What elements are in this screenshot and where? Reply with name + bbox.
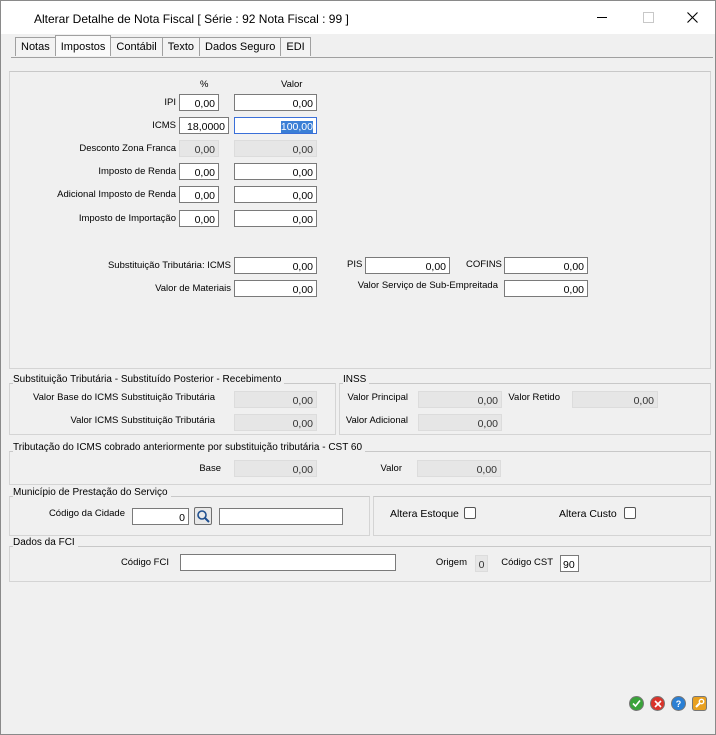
adicional-imposto-renda-percent-input[interactable]: 0,00 xyxy=(179,186,219,203)
cidade-nome-input[interactable] xyxy=(219,508,343,525)
maximize-button[interactable] xyxy=(625,1,671,34)
tools-button[interactable] xyxy=(692,696,707,711)
close-icon xyxy=(686,12,698,23)
valor-servico-sub-label: Valor Serviço de Sub-Empreitada xyxy=(357,280,498,291)
cst60-title: Tributação do ICMS cobrado anteriormente… xyxy=(13,442,366,453)
subst-trib-icms-label: Substituição Tributária: ICMS xyxy=(107,260,231,271)
imposto-importacao-valor-input[interactable]: 0,00 xyxy=(234,210,317,227)
cofins-input[interactable]: 0,00 xyxy=(504,257,588,274)
maximize-icon xyxy=(642,12,654,23)
origem-label: Origem xyxy=(435,557,467,568)
valor-retido-label: Valor Retido xyxy=(508,392,560,403)
minimize-icon xyxy=(597,17,607,18)
ok-icon xyxy=(632,699,641,708)
valor-base-icms-st-input: 0,00 xyxy=(234,391,317,408)
codigo-cst-input[interactable]: 90 xyxy=(560,555,579,572)
origem-input: 0 xyxy=(475,555,488,572)
imposto-renda-percent-input[interactable]: 0,00 xyxy=(179,163,219,180)
valor-base-icms-st-label: Valor Base do ICMS Substituição Tributár… xyxy=(33,392,215,403)
dialog-window: Alterar Detalhe de Nota Fiscal [ Série :… xyxy=(0,0,716,735)
inss-title: INSS xyxy=(343,374,370,385)
desconto-zona-franca-label: Desconto Zona Franca xyxy=(79,143,176,154)
search-icon xyxy=(197,510,210,523)
search-cidade-button[interactable] xyxy=(194,507,212,525)
codigo-fci-input[interactable] xyxy=(180,554,396,571)
valor-servico-sub-input[interactable]: 0,00 xyxy=(504,280,588,297)
help-button[interactable]: ? xyxy=(671,696,686,711)
tab-bar: Notas Impostos Contábil Texto Dados Segu… xyxy=(15,35,311,57)
valor-icms-st-label: Valor ICMS Substituição Tributária xyxy=(70,415,216,426)
adicional-imposto-renda-label: Adicional Imposto de Renda xyxy=(57,189,176,200)
wrench-icon xyxy=(695,698,705,708)
ipi-valor-input[interactable]: 0,00 xyxy=(234,94,317,111)
minimize-button[interactable] xyxy=(579,1,625,34)
icms-label: ICMS xyxy=(152,120,176,131)
imposto-importacao-percent-input[interactable]: 0,00 xyxy=(179,210,219,227)
codigo-cidade-input[interactable]: 0 xyxy=(132,508,189,525)
valor-column-header: Valor xyxy=(281,79,303,90)
codigo-cst-label: Código CST xyxy=(501,557,553,568)
cst60-base-label: Base xyxy=(199,463,221,474)
cst60-group xyxy=(9,451,711,485)
valor-icms-st-input: 0,00 xyxy=(234,414,317,431)
valor-retido-input: 0,00 xyxy=(572,391,658,408)
valor-principal-label: Valor Principal xyxy=(347,392,408,403)
cofins-label: COFINS xyxy=(466,259,502,270)
help-icon: ? xyxy=(675,698,682,709)
tab-dados-seguro[interactable]: Dados Seguro xyxy=(199,37,282,56)
tab-contabil[interactable]: Contábil xyxy=(110,37,163,56)
cst60-valor-label: Valor xyxy=(380,463,402,474)
codigo-cidade-label: Código da Cidade xyxy=(48,508,125,519)
tab-edi[interactable]: EDI xyxy=(280,37,311,56)
cst60-valor-input: 0,00 xyxy=(417,460,501,477)
tab-texto[interactable]: Texto xyxy=(161,37,201,56)
icms-percent-input[interactable]: 18,0000 xyxy=(179,117,229,134)
codigo-fci-label: Código FCI xyxy=(120,557,169,568)
pis-label: PIS xyxy=(347,259,363,270)
tab-impostos[interactable]: Impostos xyxy=(54,35,112,56)
ipi-label: IPI xyxy=(164,97,176,108)
icms-valor-selected-text: 100,00 xyxy=(280,121,313,133)
adicional-imposto-renda-valor-input[interactable]: 0,00 xyxy=(234,186,317,203)
altera-estoque-label: Altera Estoque xyxy=(390,508,459,520)
percent-column-header: % xyxy=(200,79,209,90)
subst-trib-icms-input[interactable]: 0,00 xyxy=(234,257,317,274)
altera-custo-label: Altera Custo xyxy=(559,508,617,520)
valor-principal-input: 0,00 xyxy=(418,391,502,408)
valor-materiais-input[interactable]: 0,00 xyxy=(234,280,317,297)
cancel-button[interactable] xyxy=(650,696,665,711)
valor-materiais-label: Valor de Materiais xyxy=(155,283,231,294)
pis-input[interactable]: 0,00 xyxy=(365,257,450,274)
close-button[interactable] xyxy=(669,1,715,34)
imposto-importacao-label: Imposto de Importação xyxy=(78,213,176,224)
valor-adicional-input: 0,00 xyxy=(418,414,502,431)
imposto-renda-valor-input[interactable]: 0,00 xyxy=(234,163,317,180)
altera-custo-checkbox[interactable] xyxy=(624,507,636,519)
icms-valor-input[interactable]: 100,00 xyxy=(234,117,317,134)
window-title: Alterar Detalhe de Nota Fiscal [ Série :… xyxy=(34,12,349,26)
imposto-renda-label: Imposto de Renda xyxy=(98,166,176,177)
valor-adicional-label: Valor Adicional xyxy=(345,415,408,426)
subst-posterior-title: Substituição Tributária - Substituído Po… xyxy=(13,374,285,385)
ipi-percent-input[interactable]: 0,00 xyxy=(179,94,219,111)
tab-divider xyxy=(11,57,713,58)
tab-notas[interactable]: Notas xyxy=(15,37,56,56)
desconto-zona-franca-percent-input: 0,00 xyxy=(179,140,219,157)
desconto-zona-franca-valor-input: 0,00 xyxy=(234,140,317,157)
ok-button[interactable] xyxy=(629,696,644,711)
municipio-title: Município de Prestação do Serviço xyxy=(13,487,171,498)
altera-estoque-checkbox[interactable] xyxy=(464,507,476,519)
fci-title: Dados da FCI xyxy=(13,537,78,548)
cancel-icon xyxy=(653,699,662,708)
title-bar: Alterar Detalhe de Nota Fiscal [ Série :… xyxy=(1,1,715,34)
cst60-base-input: 0,00 xyxy=(234,460,317,477)
